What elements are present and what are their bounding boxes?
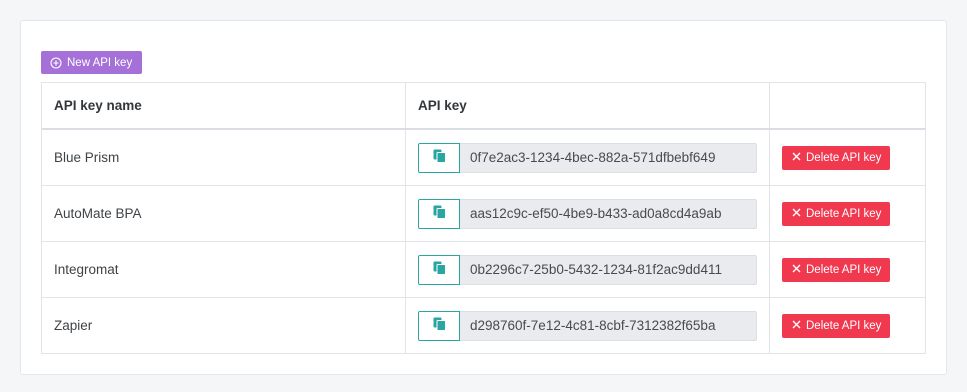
api-key-cell (406, 186, 770, 241)
api-key-name: Integromat (42, 242, 406, 297)
close-icon (792, 208, 801, 220)
copy-icon (433, 317, 446, 334)
delete-api-key-label: Delete API key (806, 263, 882, 276)
api-key-group (418, 198, 757, 229)
plus-circle-icon (50, 56, 62, 69)
delete-api-key-button[interactable]: Delete API key (782, 145, 891, 170)
api-key-name: Zapier (42, 298, 406, 353)
copy-button[interactable] (418, 310, 460, 341)
delete-api-key-button[interactable]: Delete API key (782, 257, 891, 282)
table-row: Blue Prism Delete API key (42, 129, 925, 185)
api-key-cell (406, 242, 770, 297)
api-key-group (418, 254, 757, 285)
api-key-field[interactable] (460, 198, 757, 229)
table-header-row: API key name API key (42, 83, 925, 129)
api-key-field[interactable] (460, 142, 757, 173)
api-keys-table: API key name API key Blue Prism 0f7e2ac3… (41, 82, 926, 354)
actions-cell: Delete API key (770, 130, 925, 185)
copy-button[interactable] (418, 198, 460, 229)
actions-cell: Delete API key (770, 298, 925, 353)
actions-cell: Delete API key (770, 242, 925, 297)
api-keys-card: New API key API key name API key Blue Pr… (20, 20, 947, 375)
api-key-group (418, 310, 757, 341)
header-api-key-name: API key name (42, 83, 406, 128)
table-row: Integromat Delete API key (42, 241, 925, 297)
delete-api-key-button[interactable]: Delete API key (782, 313, 891, 338)
header-api-key: API key (406, 83, 770, 128)
api-key-field[interactable] (460, 254, 757, 285)
new-api-key-button[interactable]: New API key (41, 51, 143, 74)
api-key-cell (406, 298, 770, 353)
copy-icon (433, 205, 446, 222)
close-icon (792, 320, 801, 332)
table-row: AutoMate BPA Delete API key (42, 185, 925, 241)
delete-api-key-label: Delete API key (806, 207, 882, 220)
table-row: Zapier Delete API key (42, 297, 925, 353)
copy-icon (433, 261, 446, 278)
delete-api-key-label: Delete API key (806, 151, 882, 164)
copy-button[interactable] (418, 142, 460, 173)
api-key-group (418, 142, 757, 173)
actions-cell: Delete API key (770, 186, 925, 241)
api-key-name: Blue Prism (42, 130, 406, 185)
api-key-name: AutoMate BPA (42, 186, 406, 241)
delete-api-key-button[interactable]: Delete API key (782, 201, 891, 226)
copy-button[interactable] (418, 254, 460, 285)
api-key-cell (406, 130, 770, 185)
copy-icon (433, 149, 446, 166)
close-icon (792, 264, 801, 276)
header-actions (770, 83, 925, 128)
close-icon (792, 152, 801, 164)
new-api-key-label: New API key (67, 56, 133, 69)
delete-api-key-label: Delete API key (806, 319, 882, 332)
api-key-field[interactable] (460, 310, 757, 341)
